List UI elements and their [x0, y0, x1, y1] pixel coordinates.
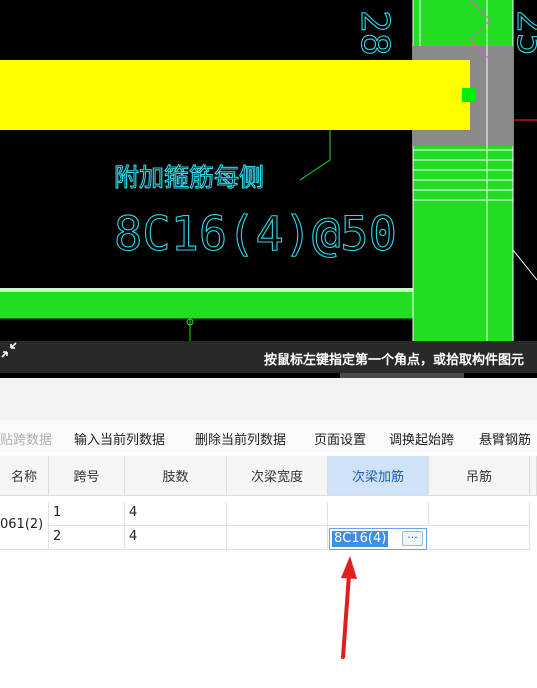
cell-legs-1[interactable]: 4	[125, 502, 227, 526]
input-column-data-button[interactable]: 输入当前列数据	[74, 429, 165, 448]
cell-rebar-1[interactable]	[328, 502, 429, 526]
swap-start-span-button[interactable]: 调换起始跨	[389, 429, 454, 448]
page-setup-button[interactable]: 页面设置	[314, 429, 366, 448]
cell-width-2[interactable]	[227, 526, 328, 550]
cell-width-1[interactable]	[227, 502, 328, 526]
rebar-edit-field[interactable]: 8C16(4) ···	[329, 528, 427, 550]
col-header-overflow	[530, 456, 537, 496]
green-beam-horizontal[interactable]	[0, 292, 413, 318]
cad-drawing: 28 25 附加箍筋每侧 8C16(4)@50	[0, 0, 537, 341]
cell-span-2[interactable]: 2	[49, 526, 125, 550]
col-header-name[interactable]: 名称	[0, 456, 49, 496]
annotation-label: 附加箍筋每侧	[114, 163, 264, 192]
grip-handle[interactable]	[462, 88, 476, 102]
cad-canvas[interactable]: 28 25 附加箍筋每侧 8C16(4)@50 按鼠标左键指定第一个角点，或拾取…	[0, 0, 537, 378]
dim-text-left: 28	[353, 10, 397, 56]
col-header-rebar[interactable]: 次梁加筋	[328, 456, 429, 496]
col-header-width[interactable]: 次梁宽度	[227, 456, 328, 496]
status-hint: 按鼠标左键指定第一个角点，或拾取构件图元	[264, 353, 525, 368]
rebar-edit-value[interactable]: 8C16(4)	[332, 531, 389, 547]
cell-name[interactable]: 061(2)	[0, 502, 49, 550]
paste-span-data-button[interactable]: 贴跨数据	[0, 429, 52, 448]
yellow-beam[interactable]	[0, 60, 470, 130]
delete-column-data-button[interactable]: 删除当前列数据	[195, 429, 286, 448]
cell-hanger-1[interactable]	[429, 502, 530, 526]
col-header-span[interactable]: 跨号	[49, 456, 125, 496]
cell-hanger-2[interactable]	[429, 526, 530, 550]
cell-legs-2[interactable]: 4	[125, 526, 227, 550]
annotation-value: 8C16(4)@50	[114, 207, 397, 262]
cell-span-1[interactable]: 1	[49, 502, 125, 526]
dim-text-right: 25	[509, 10, 537, 56]
table-toolbar: 贴跨数据 输入当前列数据 删除当前列数据 页面设置 调换起始跨 悬臂钢筋	[0, 420, 537, 452]
col-header-legs[interactable]: 肢数	[125, 456, 227, 496]
cantilever-rebar-button[interactable]: 悬臂钢筋	[479, 429, 531, 448]
status-bar: 按鼠标左键指定第一个角点，或拾取构件图元	[0, 341, 537, 373]
ellipsis-button[interactable]: ···	[402, 531, 423, 546]
panel-header	[0, 378, 537, 421]
crosshair-icon	[1, 342, 17, 358]
col-header-hanger[interactable]: 吊筋	[429, 456, 530, 496]
